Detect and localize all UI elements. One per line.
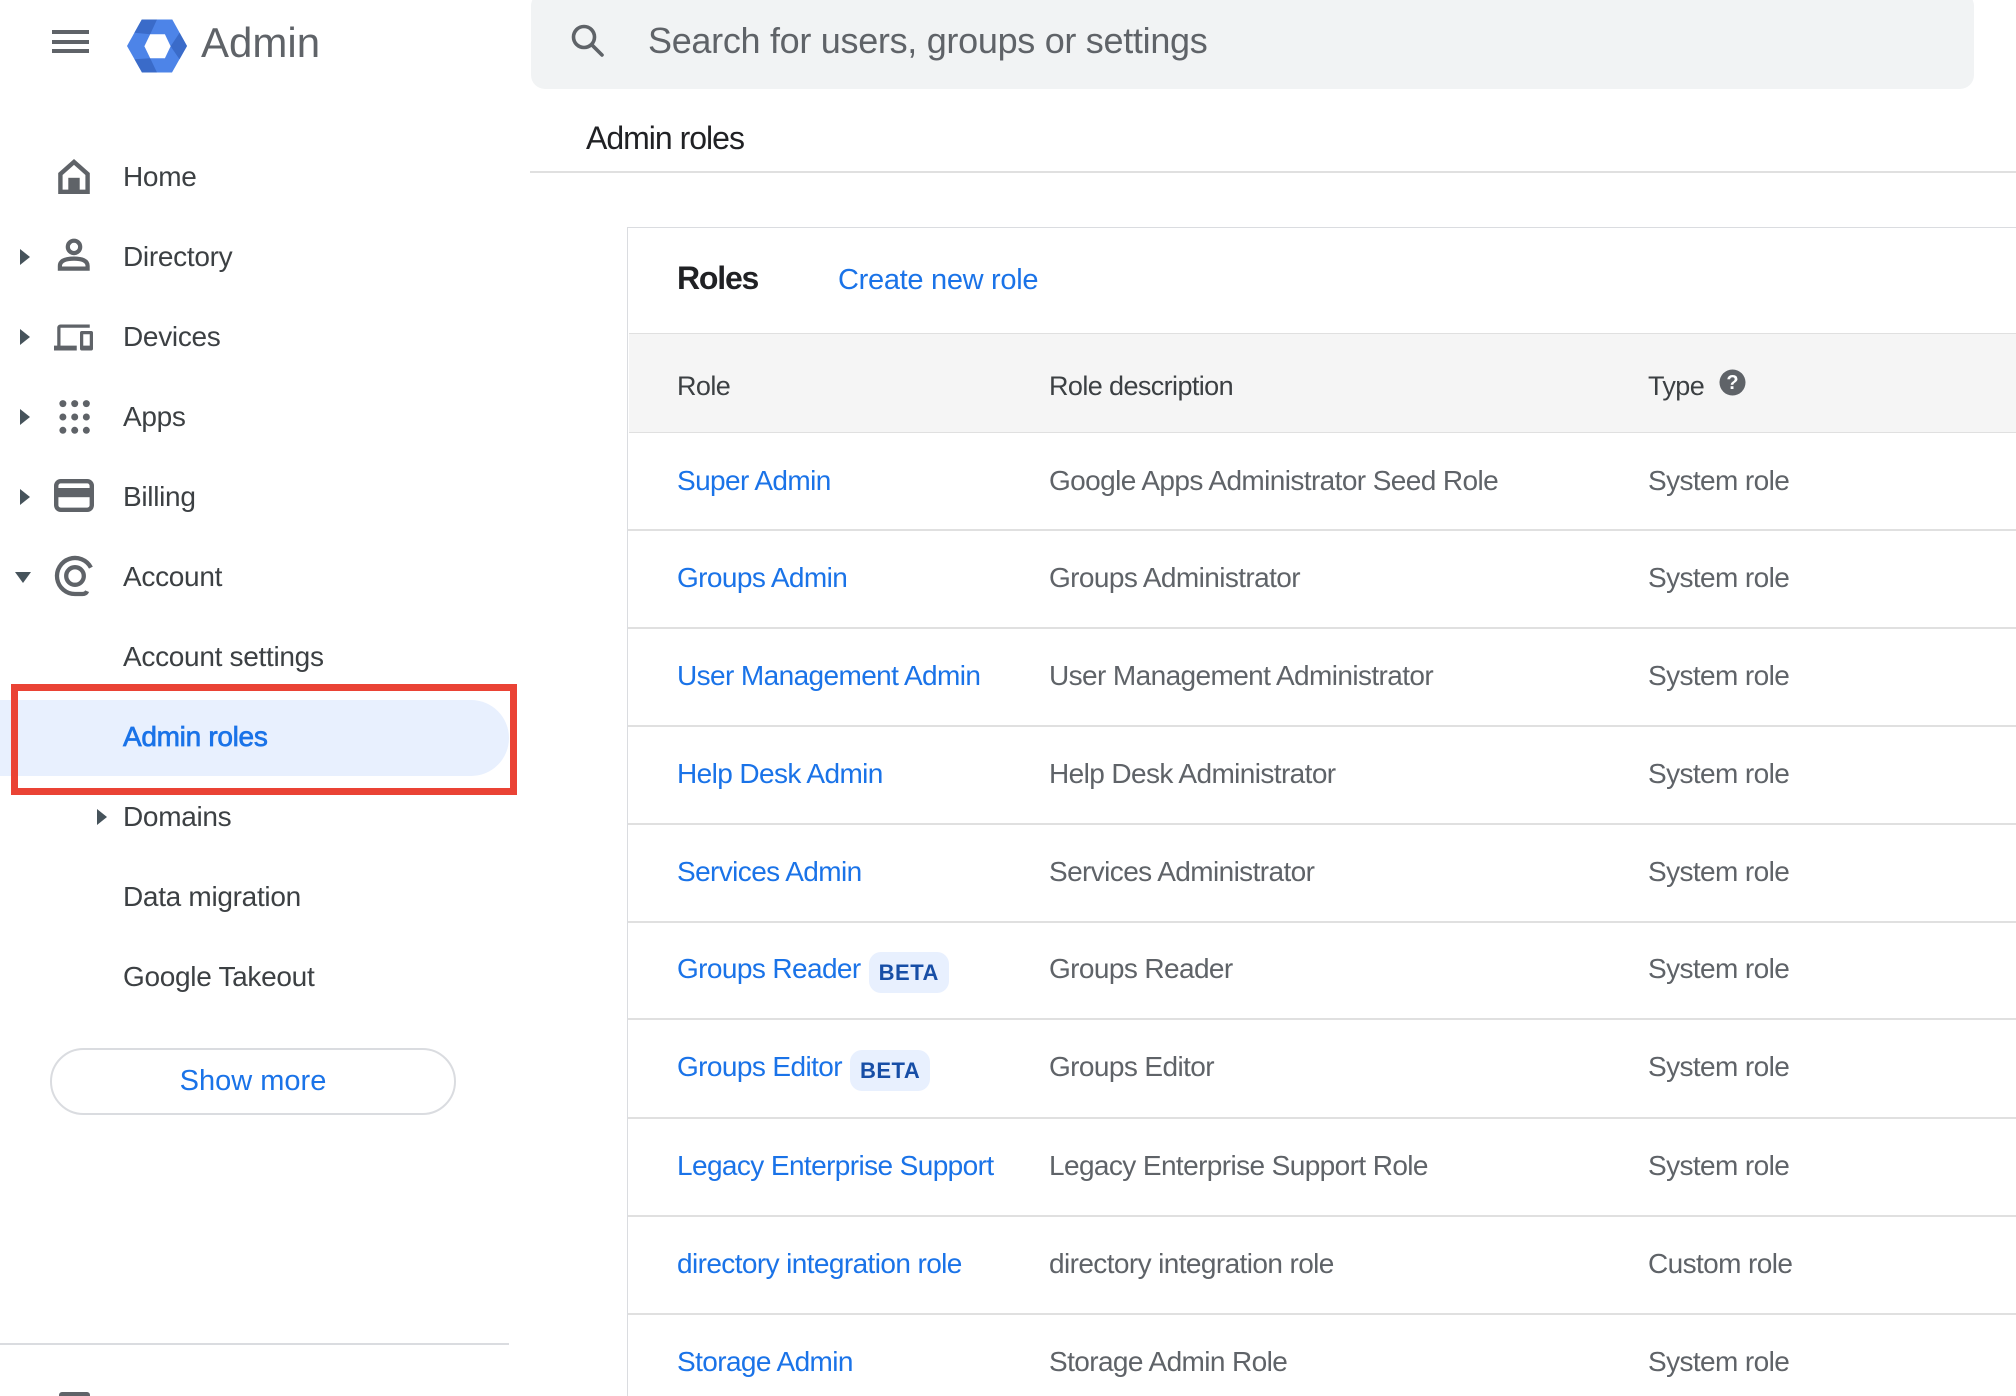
svg-text:?: ? bbox=[1726, 372, 1738, 394]
